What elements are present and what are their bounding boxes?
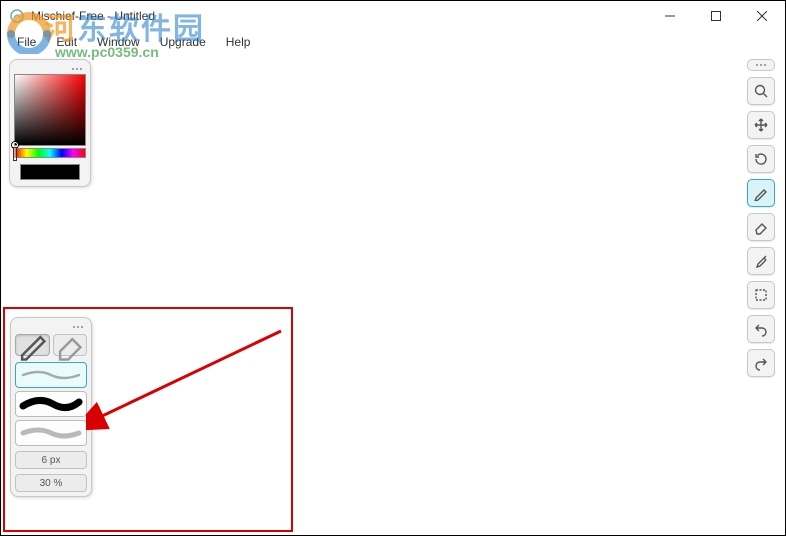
hue-cursor[interactable] <box>13 147 17 161</box>
annotation-arrow <box>86 326 286 436</box>
menu-help[interactable]: Help <box>218 33 259 51</box>
menu-file[interactable]: File <box>9 33 44 51</box>
brush-icon <box>753 185 769 201</box>
rotate-tool[interactable] <box>747 145 775 173</box>
undo-icon <box>753 321 769 337</box>
hue-bar[interactable] <box>14 148 86 158</box>
magnifier-icon <box>753 83 769 99</box>
app-icon <box>9 8 25 24</box>
brush-panel[interactable]: 6 px 30 % <box>10 317 92 497</box>
zoom-tool[interactable] <box>747 77 775 105</box>
eraser-tool[interactable] <box>747 213 775 241</box>
undo-button[interactable] <box>747 315 775 343</box>
tools-toolbar <box>745 59 777 377</box>
menu-upgrade[interactable]: Upgrade <box>152 33 214 51</box>
eraser-icon <box>753 219 769 235</box>
color-swatch[interactable] <box>20 164 80 180</box>
menu-window[interactable]: Window <box>89 33 148 51</box>
minimize-button[interactable] <box>647 1 693 31</box>
selection-tool[interactable] <box>747 281 775 309</box>
brush-tab[interactable] <box>15 334 50 356</box>
menu-edit[interactable]: Edit <box>48 33 85 51</box>
menubar: File Edit Window Upgrade Help <box>1 31 785 53</box>
brush-preset-2[interactable] <box>15 391 87 417</box>
brush-preset-3[interactable] <box>15 420 87 446</box>
maximize-button[interactable] <box>693 1 739 31</box>
tab-row <box>15 334 87 356</box>
brush-preset-1[interactable] <box>15 362 87 388</box>
color-panel[interactable] <box>9 59 91 187</box>
eyedropper-tool[interactable] <box>747 247 775 275</box>
eraser-tab[interactable] <box>53 334 88 356</box>
pan-tool[interactable] <box>747 111 775 139</box>
selection-icon <box>753 287 769 303</box>
redo-button[interactable] <box>747 349 775 377</box>
eraser-icon <box>54 329 87 362</box>
titlebar-left: Mischief-Free - Untitled <box>9 8 155 24</box>
close-button[interactable] <box>739 1 785 31</box>
window-controls <box>647 1 785 31</box>
window-title: Mischief-Free - Untitled <box>31 9 155 23</box>
redo-icon <box>753 355 769 371</box>
move-icon <box>753 117 769 133</box>
titlebar: Mischief-Free - Untitled <box>1 1 785 31</box>
pencil-icon <box>16 329 49 362</box>
brush-size-button[interactable]: 6 px <box>15 451 87 469</box>
panel-grip[interactable] <box>14 64 86 74</box>
brush-tool[interactable] <box>747 179 775 207</box>
color-gradient[interactable] <box>14 74 86 146</box>
brush-opacity-button[interactable]: 30 % <box>15 474 87 492</box>
eyedropper-icon <box>753 253 769 269</box>
rotate-icon <box>753 151 769 167</box>
toolbar-grip[interactable] <box>747 59 775 71</box>
